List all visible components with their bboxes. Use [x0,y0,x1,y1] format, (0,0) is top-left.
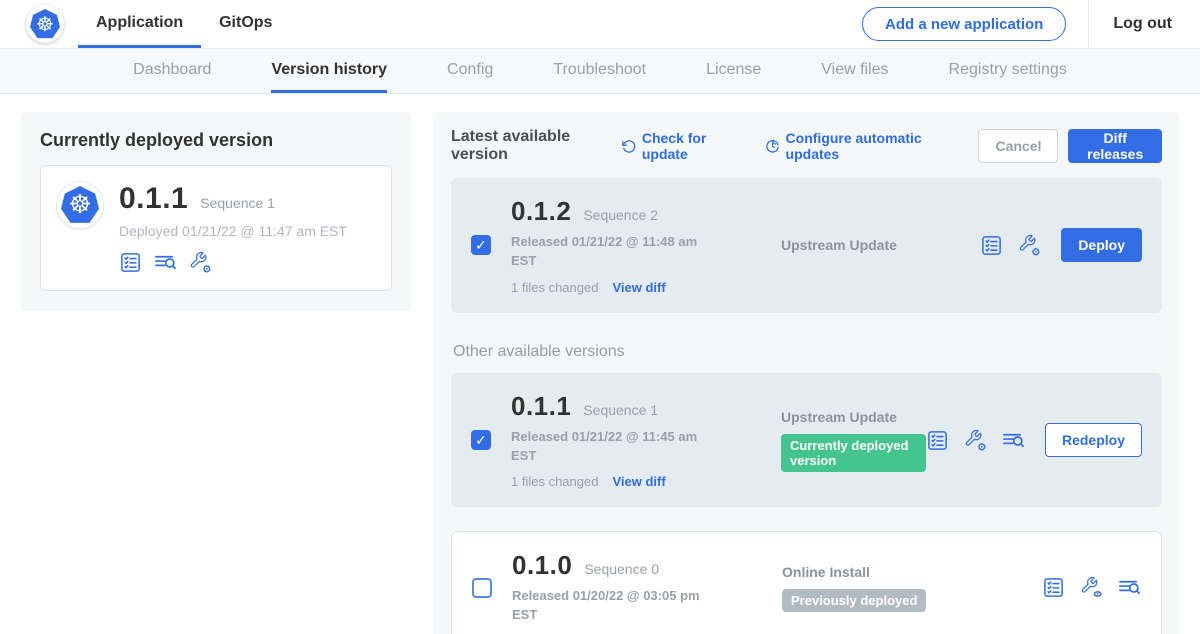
deployed-version-number: 0.1.1 [119,182,188,216]
refresh-icon [621,138,636,155]
latest-available-title: Latest available version [451,128,611,164]
deploy-button[interactable]: Deploy [1061,228,1142,262]
view-diff-link[interactable]: View diff [612,474,665,489]
deployed-timestamp: Deployed 01/21/22 @ 11:47 am EST [119,223,347,239]
available-versions-panel: Latest available version Check for updat… [433,112,1180,634]
files-changed-label: 1 files changed [511,474,598,489]
released-timestamp: Released 01/21/22 @ 11:45 am EST [511,428,711,466]
released-timestamp: Released 01/20/22 @ 03:05 pm EST [512,587,712,625]
view-files-diff-icon[interactable] [1118,576,1141,599]
redeploy-button[interactable]: Redeploy [1045,423,1142,457]
currently-deployed-panel: Currently deployed version ☸ 0.1.1 Seque… [20,112,412,311]
version-source-label: Upstream Update [781,409,897,425]
top-tab-gitops[interactable]: GitOps [201,0,290,48]
currently-deployed-badge: Currently deployed version [781,434,926,472]
sequence-label: Sequence 1 [583,402,658,418]
top-tab-application[interactable]: Application [78,0,201,48]
app-logo[interactable]: ☸ [0,0,78,48]
tab-registry-settings[interactable]: Registry settings [949,49,1067,93]
deployed-version-card: ☸ 0.1.1 Sequence 1 Deployed 01/21/22 @ 1… [40,165,392,291]
preflight-checks-icon[interactable] [926,429,949,452]
app-sub-nav: Dashboard Version history Config Trouble… [0,48,1200,94]
edit-config-icon[interactable] [189,251,212,274]
preflight-checks-icon[interactable] [980,234,1003,257]
kubernetes-logo-icon: ☸ [26,5,64,43]
view-files-diff-icon[interactable] [1002,429,1025,452]
version-source-label: Upstream Update [781,237,897,253]
logout-button[interactable]: Log out [1088,0,1200,48]
version-number: 0.1.1 [511,391,571,422]
other-available-versions-title: Other available versions [453,343,1162,361]
available-versions-header: Latest available version Check for updat… [451,128,1162,164]
top-nav: ☸ Application GitOps Add a new applicati… [0,0,1200,48]
app-icon: ☸ [57,182,103,228]
released-timestamp: Released 01/21/22 @ 11:48 am EST [511,233,711,271]
tab-troubleshoot[interactable]: Troubleshoot [553,49,646,93]
version-card-0-1-2: 0.1.2 Sequence 2 Released 01/21/22 @ 11:… [451,178,1162,313]
schedule-update-icon [765,138,780,155]
cancel-button[interactable]: Cancel [978,129,1058,163]
tab-config[interactable]: Config [447,49,493,93]
view-diff-link[interactable]: View diff [612,280,665,295]
deployed-sequence-label: Sequence 1 [200,195,275,211]
version-history-page: Currently deployed version ☸ 0.1.1 Seque… [0,94,1200,634]
version-card-0-1-1: 0.1.1 Sequence 1 Released 01/21/22 @ 11:… [451,373,1162,508]
view-files-diff-icon[interactable] [154,251,177,274]
edit-config-icon[interactable] [964,429,987,452]
previously-deployed-badge: Previously deployed [782,589,926,612]
version-number: 0.1.2 [511,196,571,227]
version-number: 0.1.0 [512,550,572,581]
sequence-label: Sequence 2 [583,207,658,223]
files-changed-label: 1 files changed [511,280,598,295]
edit-config-icon[interactable] [1018,234,1041,257]
configure-automatic-updates-link[interactable]: Configure automatic updates [765,130,957,162]
preflight-checks-icon[interactable] [1042,576,1065,599]
version-select-checkbox[interactable] [471,430,491,450]
diff-releases-button[interactable]: Diff releases [1068,129,1162,163]
sequence-label: Sequence 0 [584,561,659,577]
version-select-checkbox[interactable] [471,235,491,255]
tab-dashboard[interactable]: Dashboard [133,49,211,93]
tab-license[interactable]: License [706,49,761,93]
add-new-application-button[interactable]: Add a new application [862,7,1066,41]
tab-view-files[interactable]: View files [821,49,888,93]
check-for-update-link[interactable]: Check for update [621,130,743,162]
preflight-checks-icon[interactable] [119,251,142,274]
currently-deployed-title: Currently deployed version [40,130,392,151]
tab-version-history[interactable]: Version history [271,49,387,93]
view-config-icon[interactable] [1080,576,1103,599]
version-source-label: Online Install [782,564,870,580]
version-card-0-1-0: 0.1.0 Sequence 0 Released 01/20/22 @ 03:… [451,531,1162,634]
version-select-checkbox[interactable] [472,578,492,598]
